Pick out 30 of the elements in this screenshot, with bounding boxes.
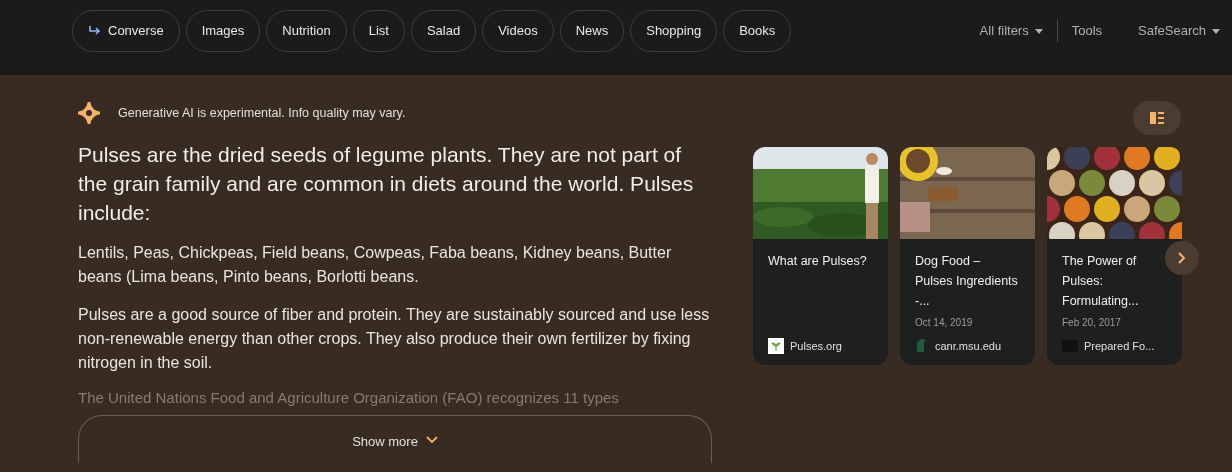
card-title: What are Pulses? (768, 253, 868, 270)
next-button[interactable] (1165, 241, 1199, 275)
card-title: The Power of Pulses: Formulating... (1062, 253, 1140, 310)
sprout-icon (768, 337, 784, 354)
source-card[interactable]: Dog Food – Pulses Ingredients -... Oct 14, 2019 canr.msu.edu (900, 147, 1035, 365)
caret-icon (1212, 28, 1220, 34)
card-title: Dog Food – Pulses Ingredients -... (915, 253, 1019, 310)
ai-paragraph: Pulses are a good source of fiber and protein. They are sustainably sourced and use less non-renewable energy than other crops. They also produce their own fertilizer by fixing nitrogen in the soil. (78, 305, 711, 373)
source-card[interactable]: The Power of Pulses: Formulating... Feb 20, 2017 Prepared Fo... (1047, 147, 1182, 365)
sparkle-icon (78, 102, 100, 124)
tools-button[interactable]: Tools (1057, 21, 1139, 41)
caret-icon (1034, 28, 1043, 34)
source-name: Pulses.org (790, 338, 842, 354)
card-date: Feb 20, 2017 (1062, 316, 1122, 330)
source-name: canr.msu.edu (935, 338, 1002, 354)
show-more-button[interactable]: Show more (78, 415, 712, 463)
sidebar-icon (1150, 112, 1164, 124)
faded-text: The United Nations Food and Agriculture Organization (FAO) recognizes 11 types (78, 388, 620, 408)
ai-paragraph: Lentils, Peas, Chickpeas, Field beans, Cowpeas, Faba beans, Kidney beans, Butter beans (Lima beans, Pinto beans, Borlotti beans. (78, 243, 673, 287)
chevron-down-icon (425, 436, 438, 444)
card-date: Oct 14, 2019 (915, 316, 974, 330)
safesearch-dropdown[interactable]: SafeSearch (1138, 21, 1220, 41)
ai-headline: Pulses are the dried seeds of legume plants. They are not part of the grain family and are common in diets around the world. Pulses include: (78, 142, 695, 226)
source-card[interactable]: What are Pulses? Pulses.org (753, 147, 888, 365)
source-name: Prepared Fo... (1084, 338, 1155, 354)
ai-notice: Generative AI is experimental. Info quality may vary. (118, 104, 406, 122)
all-filters-dropdown[interactable]: All filters (979, 21, 1057, 41)
helmet-icon (915, 337, 929, 354)
layout-toggle-button[interactable] (1133, 101, 1181, 135)
chevron-right-icon (1178, 252, 1186, 264)
